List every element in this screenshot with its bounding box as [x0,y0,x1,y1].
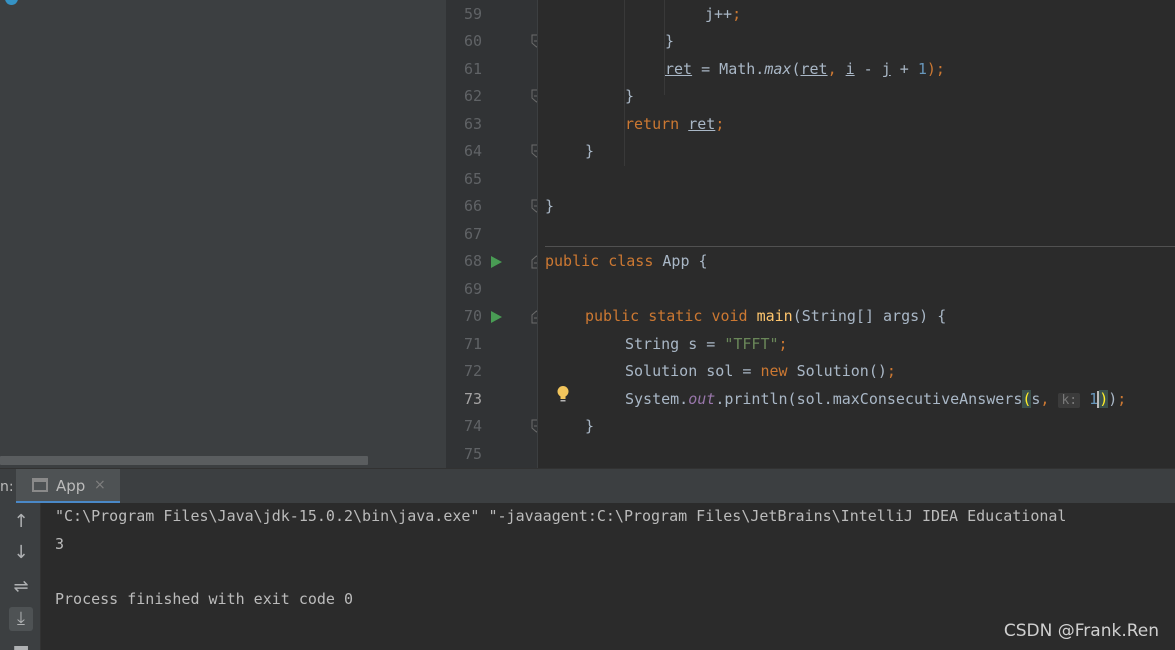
code-line-66: } [545,197,555,215]
code-line-61: ret = Math.max(ret, i - j + 1); [665,60,945,78]
console-line: 3 [55,534,65,553]
code-line-68: public class App { [545,252,708,270]
line-number: 72 [463,362,482,380]
line-number: 71 [463,335,482,353]
line-number: 60 [463,32,482,50]
tab-run-app[interactable]: App × [16,469,120,504]
console-line: Process finished with exit code 0 [55,589,354,608]
line-number: 68 [463,252,482,270]
project-panel [0,0,446,468]
console-icon [32,478,48,492]
watermark: CSDN @Frank.Ren [1003,621,1159,641]
run-window-header: n: App × [0,468,1175,504]
run-tab-label: App [56,477,86,495]
console-line: "C:\Program Files\Java\jdk-15.0.2\bin\ja… [55,507,1067,525]
code-line-59: j++; [705,5,742,23]
code-line-74: } [585,417,595,435]
line-number: 66 [463,197,482,215]
line-number: 65 [463,170,482,188]
run-main-icon[interactable] [491,311,502,323]
code-editor[interactable]: j++; } ret = Math.max(ret, i - j + 1); }… [537,0,1175,468]
code-line-73: System.out.println(sol.maxConsecutiveAns… [625,390,1127,408]
scroll-to-end-icon[interactable]: ⤓ [9,607,33,631]
line-number: 63 [463,115,482,133]
horizontal-scrollbar[interactable] [0,456,368,465]
run-window-title: n: [0,479,14,495]
down-arrow-icon[interactable]: ↓ [9,541,33,565]
close-icon[interactable]: × [94,477,106,493]
more-icon[interactable]: ▬ [9,637,33,650]
method-separator [545,246,1175,247]
up-arrow-icon[interactable]: ↑ [9,510,33,534]
code-line-63: return ret; [625,115,725,133]
code-line-62: } [625,87,635,105]
line-number: 70 [463,307,482,325]
line-number: 74 [463,417,482,435]
run-toolbar: ↑ ↓ ⇌ ⤓ ▬ [0,503,41,650]
line-number: 67 [463,225,482,243]
code-line-72: Solution sol = new Solution(); [625,362,896,380]
line-number: 59 [463,5,482,23]
parameter-hint: k: [1058,393,1081,408]
run-class-icon[interactable] [491,256,502,268]
code-line-60: } [665,32,675,50]
line-number: 62 [463,87,482,105]
editor-gutter: 59 60 61 62 63 64 65 66 67 68 69 70 71 7… [446,0,542,468]
editor-divider [537,0,538,468]
status-dot-icon [5,0,18,5]
line-number-current: 73 [463,390,482,408]
line-number: 64 [463,142,482,160]
lightbulb-icon[interactable] [556,385,570,403]
soft-wrap-icon[interactable]: ⇌ [9,575,33,599]
line-number: 75 [463,445,482,463]
line-number: 69 [463,280,482,298]
line-number: 61 [463,60,482,78]
code-line-64: } [585,142,595,160]
code-line-70: public static void main(String[] args) { [585,307,947,325]
code-line-71: String s = "TFFT"; [625,335,788,353]
